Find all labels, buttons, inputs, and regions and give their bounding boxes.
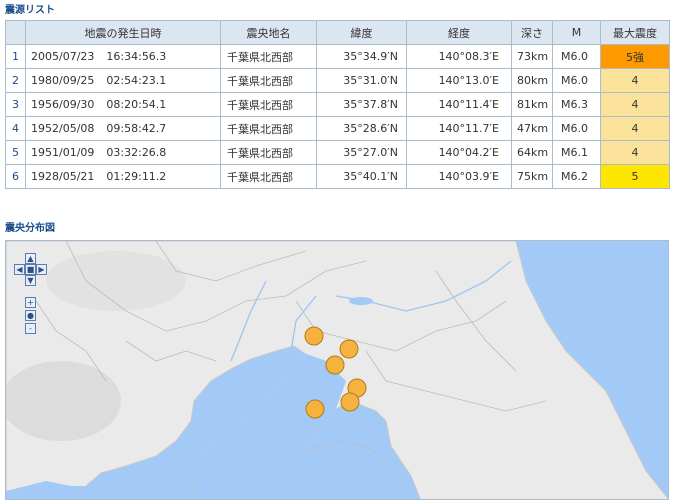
table-row[interactable]: 3 1956/09/30 08:20:54.1 千葉県北西部 35°37.8′N 140°…: [5, 92, 670, 117]
quake-table: 地震の発生日時 震央地名 緯度 経度 深さ M 最大震度 1 2005/07/23…: [5, 20, 670, 189]
row-datetime: 1951/01/09 03:32:26.8: [25, 140, 221, 165]
row-latitude: 35°34.9′N: [316, 44, 407, 69]
row-magnitude: M6.0: [552, 44, 601, 69]
row-index: 6: [5, 164, 26, 189]
epicenter-marker[interactable]: [340, 392, 360, 412]
table-header-row: 地震の発生日時 震央地名 緯度 経度 深さ M 最大震度: [5, 20, 670, 45]
row-latitude: 35°31.0′N: [316, 68, 407, 93]
row-time: 02:54:23.1: [106, 74, 167, 87]
row-max-intensity: 4: [600, 68, 670, 93]
table-row[interactable]: 5 1951/01/09 03:32:26.8 千葉県北西部 35°27.0′N 140°…: [5, 140, 670, 165]
row-place: 千葉県北西部: [220, 68, 317, 93]
mountain-shade-2: [46, 251, 186, 311]
row-index: 5: [5, 140, 26, 165]
row-datetime: 2005/07/23 16:34:56.3: [25, 44, 221, 69]
row-latitude: 35°27.0′N: [316, 140, 407, 165]
col-header-magnitude[interactable]: M: [552, 20, 601, 45]
row-depth: 80km: [511, 68, 553, 93]
col-header-longitude[interactable]: 経度: [406, 20, 512, 45]
row-depth: 81km: [511, 92, 553, 117]
row-max-intensity: 5強: [600, 44, 670, 69]
zoom-in-icon[interactable]: +: [25, 297, 36, 308]
col-header-latitude[interactable]: 緯度: [316, 20, 407, 45]
quake-list-title: 震源リスト: [5, 5, 55, 16]
epicenter-map[interactable]: ▲ ◀ ■ ▶ ▼ + ● -: [5, 240, 669, 500]
row-longitude: 140°13.0′E: [406, 68, 512, 93]
row-latitude: 35°40.1′N: [316, 164, 407, 189]
row-depth: 75km: [511, 164, 553, 189]
table-row[interactable]: 1 2005/07/23 16:34:56.3 千葉県北西部 35°34.9′N 140°…: [5, 44, 670, 69]
row-max-intensity: 4: [600, 140, 670, 165]
row-index: 1: [5, 44, 26, 69]
row-datetime: 1952/05/08 09:58:42.7: [25, 116, 221, 141]
row-datetime: 1956/09/30 08:20:54.1: [25, 92, 221, 117]
col-header-datetime[interactable]: 地震の発生日時: [25, 20, 221, 45]
arrow-down-icon[interactable]: ▼: [25, 275, 36, 286]
row-date: 1952/05/08: [31, 122, 95, 135]
row-max-intensity: 4: [600, 116, 670, 141]
table-row[interactable]: 2 1980/09/25 02:54:23.1 千葉県北西部 35°31.0′N 140°…: [5, 68, 670, 93]
epicenter-marker[interactable]: [325, 355, 345, 375]
row-time: 09:58:42.7: [106, 122, 167, 135]
row-index: 4: [5, 116, 26, 141]
row-max-intensity: 5: [600, 164, 670, 189]
epicenter-map-title: 震央分布図: [5, 223, 55, 234]
row-place: 千葉県北西部: [220, 140, 317, 165]
row-depth: 73km: [511, 44, 553, 69]
map-canvas[interactable]: [6, 241, 669, 500]
row-max-intensity: 4: [600, 92, 670, 117]
row-date: 1980/09/25: [31, 74, 95, 87]
row-date: 1928/05/21: [31, 170, 95, 183]
mountain-shade: [6, 361, 121, 441]
row-datetime: 1980/09/25 02:54:23.1: [25, 68, 221, 93]
row-longitude: 140°08.3′E: [406, 44, 512, 69]
row-depth: 47km: [511, 116, 553, 141]
row-index: 3: [5, 92, 26, 117]
row-latitude: 35°37.8′N: [316, 92, 407, 117]
col-header-depth[interactable]: 深さ: [511, 20, 553, 45]
zoom-out-icon[interactable]: -: [25, 323, 36, 334]
row-time: 16:34:56.3: [106, 50, 167, 63]
epicenter-marker[interactable]: [305, 399, 325, 419]
row-time: 08:20:54.1: [106, 98, 167, 111]
arrow-up-icon[interactable]: ▲: [25, 253, 36, 264]
table-row[interactable]: 4 1952/05/08 09:58:42.7 千葉県北西部 35°28.6′N 140°…: [5, 116, 670, 141]
row-longitude: 140°11.7′E: [406, 116, 512, 141]
row-date: 1956/09/30: [31, 98, 95, 111]
epicenter-marker[interactable]: [339, 339, 359, 359]
row-place: 千葉県北西部: [220, 164, 317, 189]
row-magnitude: M6.2: [552, 164, 601, 189]
col-header-index: [5, 20, 26, 45]
row-magnitude: M6.3: [552, 92, 601, 117]
table-row[interactable]: 6 1928/05/21 01:29:11.2 千葉県北西部 35°40.1′N 140°…: [5, 164, 670, 189]
row-longitude: 140°03.9′E: [406, 164, 512, 189]
arrow-left-icon[interactable]: ◀: [14, 264, 25, 275]
row-datetime: 1928/05/21 01:29:11.2: [25, 164, 221, 189]
row-depth: 64km: [511, 140, 553, 165]
row-place: 千葉県北西部: [220, 44, 317, 69]
row-magnitude: M6.0: [552, 116, 601, 141]
row-place: 千葉県北西部: [220, 92, 317, 117]
arrow-right-icon[interactable]: ▶: [36, 264, 47, 275]
row-longitude: 140°04.2′E: [406, 140, 512, 165]
lake: [349, 297, 373, 305]
row-time: 01:29:11.2: [106, 170, 167, 183]
col-header-place[interactable]: 震央地名: [220, 20, 317, 45]
nav-center-icon[interactable]: ■: [25, 264, 36, 275]
map-nav-controls: ▲ ◀ ■ ▶ ▼ + ● -: [13, 253, 53, 343]
row-place: 千葉県北西部: [220, 116, 317, 141]
row-magnitude: M6.1: [552, 140, 601, 165]
zoom-reset-icon[interactable]: ●: [25, 310, 36, 321]
col-header-max-intensity[interactable]: 最大震度: [600, 20, 670, 45]
row-date: 1951/01/09: [31, 146, 95, 159]
epicenter-marker[interactable]: [304, 326, 324, 346]
row-index: 2: [5, 68, 26, 93]
row-date: 2005/07/23: [31, 50, 95, 63]
row-magnitude: M6.0: [552, 68, 601, 93]
row-latitude: 35°28.6′N: [316, 116, 407, 141]
row-time: 03:32:26.8: [106, 146, 167, 159]
row-longitude: 140°11.4′E: [406, 92, 512, 117]
